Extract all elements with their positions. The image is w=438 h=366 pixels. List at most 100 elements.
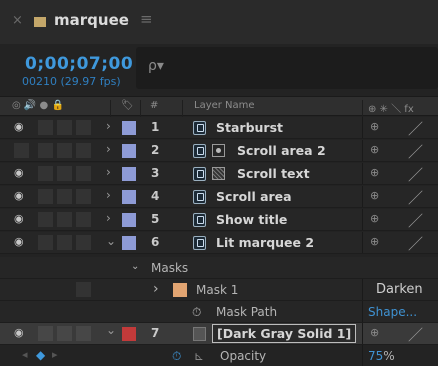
shy-switch-icon[interactable]: ⊕ — [370, 189, 379, 202]
label-color-swatch[interactable] — [122, 190, 136, 204]
quality-switch-icon[interactable]: ／ — [408, 187, 423, 208]
layer-name[interactable]: Scroll area — [216, 189, 292, 204]
twirl-icon[interactable]: › — [106, 188, 111, 202]
twirl-icon[interactable]: › — [106, 119, 111, 133]
label-color-swatch[interactable] — [122, 121, 136, 135]
shy-switch-icon[interactable]: ⊕ — [370, 120, 379, 133]
quality-switch-icon[interactable]: ／ — [408, 118, 423, 139]
layer-name[interactable]: Show title — [216, 212, 287, 227]
twirl-icon[interactable]: › — [106, 165, 111, 179]
layer-name[interactable]: Starburst — [216, 120, 283, 135]
twirl-closed-icon[interactable]: › — [153, 281, 159, 297]
visibility-eye-icon[interactable]: ◉ — [14, 212, 24, 225]
graph-icon[interactable]: ⊾ — [194, 349, 204, 363]
stopwatch-icon[interactable]: ⏱ — [172, 349, 181, 364]
audio-toggle[interactable] — [38, 143, 53, 158]
opacity-row[interactable]: ◂ ◆ ▸ ⏱ ⊾ Opacity 75% — [0, 345, 438, 366]
layer-row-5[interactable]: ◉ › 5 Show title ⊕ ／ — [0, 209, 438, 231]
mask-1-row[interactable]: › Mask 1 Darken — [0, 279, 438, 301]
stopwatch-icon[interactable]: ⏱ — [192, 305, 201, 320]
solo-toggle[interactable] — [57, 212, 72, 227]
quality-switch-icon[interactable]: ／ — [408, 210, 423, 231]
layer-name[interactable]: Scroll text — [237, 166, 310, 181]
number-column-header[interactable]: # — [150, 100, 158, 111]
layer-row-2[interactable]: › 2 Scroll area 2 ⊕ ／ — [0, 140, 438, 162]
shy-switch-icon[interactable]: ⊕ — [370, 235, 379, 248]
lock-toggle[interactable] — [76, 166, 91, 181]
solo-toggle[interactable] — [57, 120, 72, 135]
solo-toggle[interactable] — [57, 189, 72, 204]
lock-toggle[interactable] — [76, 235, 91, 250]
twirl-icon[interactable]: ⌄ — [106, 234, 116, 248]
close-tab-icon[interactable]: × — [12, 13, 23, 28]
mask-color-swatch[interactable] — [173, 283, 187, 297]
quality-switch-icon[interactable]: ／ — [408, 164, 423, 185]
label-column-icon[interactable]: 🏷 — [121, 100, 134, 111]
masks-group-row[interactable]: ⌄ Masks — [0, 257, 438, 279]
layer-row-4[interactable]: ◉ › 4 Scroll area ⊕ ／ — [0, 186, 438, 208]
audio-toggle[interactable] — [38, 235, 53, 250]
switches-column-header[interactable]: ⊕ ✳ ＼ fx — [368, 100, 414, 115]
label-color-swatch[interactable] — [122, 144, 136, 158]
label-color-swatch[interactable] — [122, 213, 136, 227]
visibility-eye-icon[interactable]: ◉ — [14, 189, 24, 202]
twirl-icon[interactable]: › — [106, 211, 111, 225]
quality-switch-icon[interactable]: ／ — [408, 233, 423, 254]
audio-toggle[interactable] — [38, 189, 53, 204]
mask-1-label[interactable]: Mask 1 — [196, 283, 238, 297]
solo-toggle[interactable] — [57, 326, 72, 341]
solo-toggle[interactable] — [57, 143, 72, 158]
current-time-display[interactable]: 0;00;07;00 — [25, 54, 133, 74]
visibility-eye-icon[interactable]: ◉ — [14, 120, 24, 133]
visibility-eye-icon[interactable]: ◉ — [14, 235, 24, 248]
audio-toggle[interactable] — [38, 212, 53, 227]
panel-menu-icon[interactable]: ≡ — [140, 10, 153, 28]
shy-switch-icon[interactable]: ⊕ — [370, 212, 379, 225]
layer-name[interactable]: Lit marquee 2 — [216, 235, 314, 250]
opacity-value[interactable]: 75% — [368, 349, 395, 363]
search-icon[interactable]: ρ▾ — [148, 58, 164, 74]
shy-switch-icon[interactable]: ⊕ — [370, 166, 379, 179]
visibility-toggle[interactable] — [14, 143, 29, 158]
quality-switch-icon[interactable]: ／ — [408, 324, 423, 345]
mask-mode-dropdown[interactable]: Darken — [376, 282, 423, 297]
visibility-eye-icon[interactable]: ◉ — [14, 166, 24, 179]
layer-name[interactable]: Scroll area 2 — [237, 143, 326, 158]
prev-keyframe-icon[interactable]: ◂ — [22, 348, 28, 361]
twirl-icon[interactable]: › — [106, 142, 111, 156]
audio-toggle[interactable] — [38, 326, 53, 341]
composition-tab-title[interactable]: marquee — [54, 11, 129, 29]
shy-switch-icon[interactable]: ⊕ — [370, 326, 379, 339]
lock-toggle[interactable] — [76, 212, 91, 227]
layer-row-6[interactable]: ◉ ⌄ 6 Lit marquee 2 ⊕ ／ — [0, 232, 438, 254]
next-keyframe-icon[interactable]: ▸ — [52, 348, 58, 361]
layer-row-7[interactable]: ◉ ⌄ 7 [Dark Gray Solid 1] ⊕ ／ — [0, 323, 438, 345]
lock-toggle[interactable] — [76, 282, 91, 297]
layer-row-3[interactable]: ◉ › 3 Scroll text ⊕ ／ — [0, 163, 438, 185]
mask-path-row[interactable]: ⏱ Mask Path Shape... — [0, 301, 438, 323]
audio-toggle[interactable] — [38, 166, 53, 181]
av-features-header[interactable]: ◎ 🔊 ● 🔒 — [12, 100, 64, 111]
twirl-open-icon[interactable]: ⌄ — [106, 323, 116, 337]
layer-name-edit-field[interactable]: [Dark Gray Solid 1] — [212, 324, 357, 343]
quality-switch-icon[interactable]: ／ — [408, 141, 423, 162]
lock-toggle[interactable] — [76, 189, 91, 204]
label-color-swatch[interactable] — [122, 236, 136, 250]
solo-toggle[interactable] — [57, 166, 72, 181]
layer-search-field[interactable]: ρ▾ — [136, 47, 438, 89]
visibility-eye-icon[interactable]: ◉ — [14, 326, 24, 339]
lock-toggle[interactable] — [76, 143, 91, 158]
lock-toggle[interactable] — [76, 326, 91, 341]
layer-row-1[interactable]: ◉ › 1 Starburst ⊕ ／ — [0, 117, 438, 139]
twirl-open-icon[interactable]: ⌄ — [131, 261, 139, 272]
opacity-number[interactable]: 75 — [368, 349, 383, 363]
mask-path-value[interactable]: Shape... — [368, 305, 417, 319]
audio-toggle[interactable] — [38, 120, 53, 135]
add-keyframe-icon[interactable]: ◆ — [36, 348, 45, 362]
lock-toggle[interactable] — [76, 120, 91, 135]
solo-toggle[interactable] — [57, 235, 72, 250]
layer-name-column-header[interactable]: Layer Name — [194, 100, 255, 111]
label-color-swatch[interactable] — [122, 327, 136, 341]
label-color-swatch[interactable] — [122, 167, 136, 181]
shy-switch-icon[interactable]: ⊕ — [370, 143, 379, 156]
